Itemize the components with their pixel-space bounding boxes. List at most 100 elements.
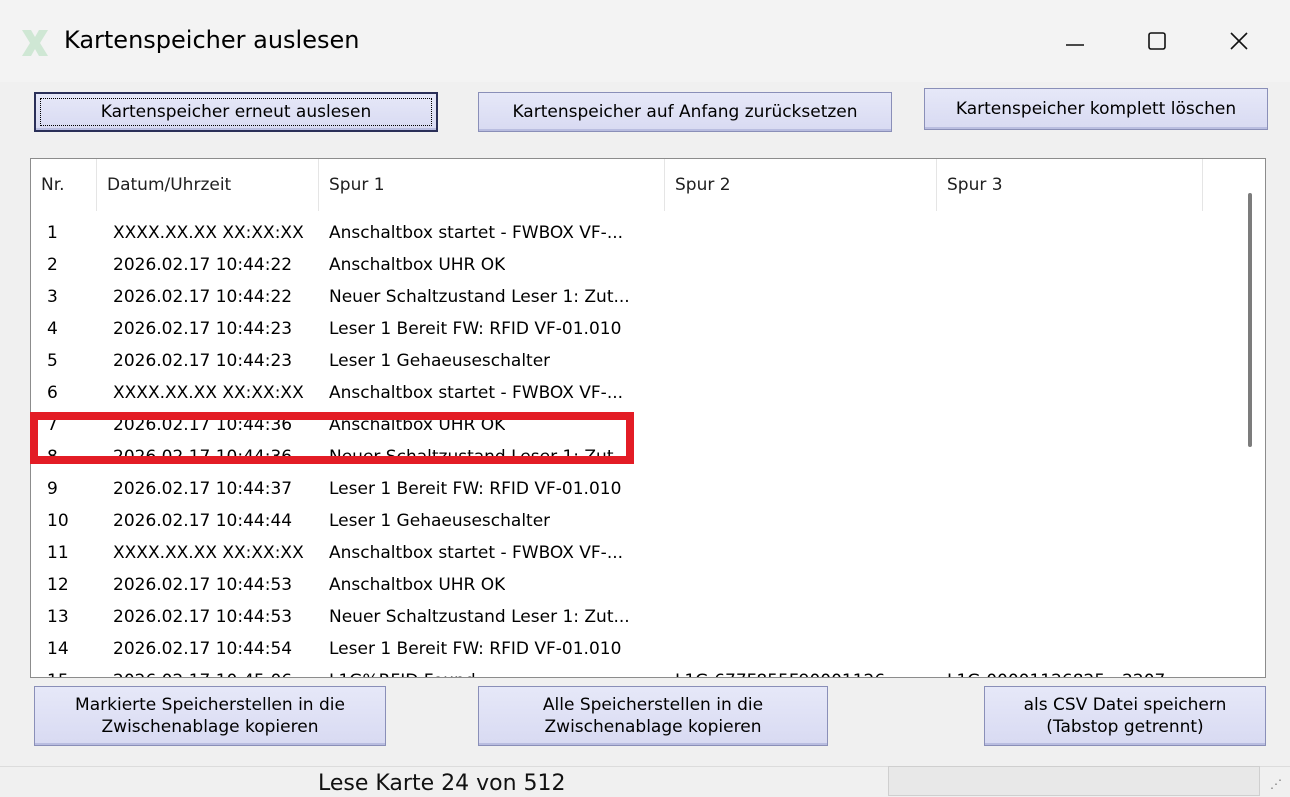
dialog-client-area: Kartenspeicher erneut auslesen Kartenspe…: [0, 82, 1290, 796]
close-button[interactable]: [1204, 14, 1274, 68]
table-row[interactable]: 9 2026.02.17 10:44:37 Leser 1 Bereit FW: R…: [31, 473, 1236, 505]
table-row[interactable]: 11 XXXX.XX.XX XX:XX:XX Anschaltbox startet…: [31, 537, 1236, 569]
table-row[interactable]: 4 2026.02.17 10:44:23 Leser 1 Bereit FW: R…: [31, 313, 1236, 345]
vertical-scrollbar[interactable]: [1235, 159, 1265, 677]
cell-track1: L1G%RFID Found: [329, 665, 476, 677]
minimize-icon: [1066, 44, 1084, 46]
cell-track1: Neuer Schaltzustand Leser 1: Zut...: [329, 607, 630, 627]
copy-marked-label: Markierte Speicherstellen in die Zwische…: [75, 694, 345, 738]
copy-marked-label-line1: Markierte Speicherstellen in die: [75, 695, 345, 715]
cell-nr: 14: [47, 639, 69, 659]
cell-track1: Neuer Schaltzustand Leser 1: Zut...: [329, 287, 630, 307]
cell-nr: 11: [47, 543, 69, 563]
cell-track1: Leser 1 Bereit FW: RFID VF-01.010: [329, 639, 622, 659]
cell-datetime: 2026.02.17 10:44:23: [113, 351, 293, 371]
list-rows: 1 XXXX.XX.XX XX:XX:XX Anschaltbox startet …: [31, 217, 1236, 677]
list-header: Nr. Datum/Uhrzeit Spur 1 Spur 2 Spur 3: [31, 159, 1236, 211]
main-window: Kartenspeicher auslesen Kartenspeicher e…: [0, 0, 1290, 797]
title-bar[interactable]: Kartenspeicher auslesen: [0, 0, 1290, 82]
save-csv-button[interactable]: als CSV Datei speichern (Tabstop getrenn…: [984, 686, 1266, 746]
cell-datetime: 2026.02.17 10:44:44: [113, 511, 293, 531]
table-row[interactable]: 13 2026.02.17 10:44:53 Neuer Schaltzustand…: [31, 601, 1236, 633]
table-row[interactable]: 7 2026.02.17 10:44:36 Anschaltbox UHR OK: [31, 409, 1236, 441]
save-csv-label: als CSV Datei speichern (Tabstop getrenn…: [1024, 694, 1227, 738]
window-title: Kartenspeicher auslesen: [64, 26, 360, 54]
table-row[interactable]: 1 XXXX.XX.XX XX:XX:XX Anschaltbox startet …: [31, 217, 1236, 249]
clear-memory-button[interactable]: Kartenspeicher komplett löschen: [924, 88, 1268, 130]
memory-list[interactable]: Nr. Datum/Uhrzeit Spur 1 Spur 2 Spur 3 1…: [30, 158, 1266, 678]
cell-track1: Leser 1 Bereit FW: RFID VF-01.010: [329, 319, 622, 339]
maximize-icon: [1148, 32, 1166, 50]
table-row[interactable]: 6 XXXX.XX.XX XX:XX:XX Anschaltbox startet …: [31, 377, 1236, 409]
cell-track1: Anschaltbox startet - FWBOX VF-...: [329, 383, 624, 403]
cell-nr: 7: [47, 415, 58, 435]
copy-all-label-line1: Alle Speicherstellen in die: [542, 695, 764, 715]
cell-nr: 10: [47, 511, 69, 531]
table-row[interactable]: 3 2026.02.17 10:44:22 Neuer Schaltzustand …: [31, 281, 1236, 313]
status-text: Lese Karte 24 von 512: [318, 771, 566, 796]
cell-track1: Anschaltbox startet - FWBOX VF-...: [329, 543, 624, 563]
cell-datetime: 2026.02.17 10:44:36: [113, 447, 293, 467]
copy-all-button[interactable]: Alle Speicherstellen in die Zwischenabla…: [478, 686, 828, 746]
cell-datetime: 2026.02.17 10:45:06: [113, 665, 292, 677]
copy-marked-button[interactable]: Markierte Speicherstellen in die Zwische…: [34, 686, 386, 746]
app-x-icon: [22, 30, 48, 56]
cell-nr: 2: [47, 255, 58, 275]
cell-datetime: 2026.02.17 10:44:22: [113, 255, 293, 275]
reread-memory-label: Kartenspeicher erneut auslesen: [100, 102, 372, 122]
reset-memory-button[interactable]: Kartenspeicher auf Anfang zurücksetzen: [478, 92, 892, 132]
cell-datetime: 2026.02.17 10:44:37: [113, 479, 293, 499]
cell-nr: 4: [47, 319, 58, 339]
maximize-button[interactable]: [1122, 14, 1192, 68]
cell-track1: Anschaltbox startet - FWBOX VF-...: [329, 223, 624, 243]
column-header-track2[interactable]: Spur 2: [665, 159, 937, 211]
column-header-nr[interactable]: Nr.: [31, 159, 97, 211]
cell-datetime: XXXX.XX.XX XX:XX:XX: [113, 543, 304, 563]
cell-datetime: 2026.02.17 10:44:53: [113, 575, 293, 595]
column-header-track3[interactable]: Spur 3: [937, 159, 1203, 211]
cell-datetime: XXXX.XX.XX XX:XX:XX: [113, 383, 304, 403]
column-header-datetime[interactable]: Datum/Uhrzeit: [97, 159, 319, 211]
save-csv-label-line2: (Tabstop getrennt): [1046, 717, 1204, 737]
cell-track1: Leser 1 Gehaeuseschalter: [329, 351, 551, 371]
cell-nr: 5: [47, 351, 58, 371]
cell-datetime: 2026.02.17 10:44:36: [113, 415, 293, 435]
column-header-track1[interactable]: Spur 1: [319, 159, 665, 211]
table-row[interactable]: 14 2026.02.17 10:44:54 Leser 1 Bereit FW: …: [31, 633, 1236, 665]
table-row[interactable]: 12 2026.02.17 10:44:53 Anschaltbox UHR OK: [31, 569, 1236, 601]
cell-datetime: XXXX.XX.XX XX:XX:XX: [113, 223, 304, 243]
cell-track1: Leser 1 Bereit FW: RFID VF-01.010: [329, 479, 622, 499]
scrollbar-thumb[interactable]: [1248, 193, 1252, 447]
clear-memory-label: Kartenspeicher komplett löschen: [955, 99, 1237, 119]
cell-track1: Anschaltbox UHR OK: [329, 415, 506, 435]
cell-datetime: 2026.02.17 10:44:54: [113, 639, 293, 659]
cell-track1: Neuer Schaltzustand Leser 1: Zut...: [329, 447, 630, 467]
save-csv-label-line1: als CSV Datei speichern: [1023, 695, 1227, 715]
cell-track1: Leser 1 Gehaeuseschalter: [329, 511, 551, 531]
cell-track1: Anschaltbox UHR OK: [329, 575, 506, 595]
cell-nr: 13: [47, 607, 69, 627]
reset-memory-label: Kartenspeicher auf Anfang zurücksetzen: [512, 102, 858, 122]
status-progress-field: [888, 766, 1260, 796]
table-row[interactable]: 15 2026.02.17 10:45:06 L1G%RFID Found L1G:6…: [31, 665, 1236, 677]
table-row[interactable]: 8 2026.02.17 10:44:36 Neuer Schaltzustand …: [31, 441, 1236, 473]
table-row[interactable]: 10 2026.02.17 10:44:44 Leser 1 Gehaeusesch…: [31, 505, 1236, 537]
cell-nr: 1: [47, 223, 58, 243]
cell-datetime: 2026.02.17 10:44:23: [113, 319, 293, 339]
cell-nr: 9: [47, 479, 58, 499]
minimize-button[interactable]: [1040, 14, 1110, 68]
table-row[interactable]: 5 2026.02.17 10:44:23 Leser 1 Gehaeusescha…: [31, 345, 1236, 377]
table-row[interactable]: 2 2026.02.17 10:44:22 Anschaltbox UHR OK: [31, 249, 1236, 281]
cell-datetime: 2026.02.17 10:44:53: [113, 607, 293, 627]
cell-nr: 3: [47, 287, 58, 307]
cell-track3: L1G:00001126825 - 2207: [947, 665, 1165, 677]
copy-all-label-line2: Zwischenablage kopieren: [544, 717, 762, 737]
cell-track2: L1G:677F855F90001126: [675, 665, 885, 677]
cell-nr: 8: [47, 447, 58, 467]
copy-all-label: Alle Speicherstellen in die Zwischenabla…: [543, 694, 763, 738]
cell-nr: 12: [47, 575, 69, 595]
close-icon: [1230, 32, 1248, 50]
cell-datetime: 2026.02.17 10:44:22: [113, 287, 293, 307]
reread-memory-button[interactable]: Kartenspeicher erneut auslesen: [34, 92, 438, 132]
resize-grip-icon[interactable]: ⋰: [1270, 776, 1286, 792]
